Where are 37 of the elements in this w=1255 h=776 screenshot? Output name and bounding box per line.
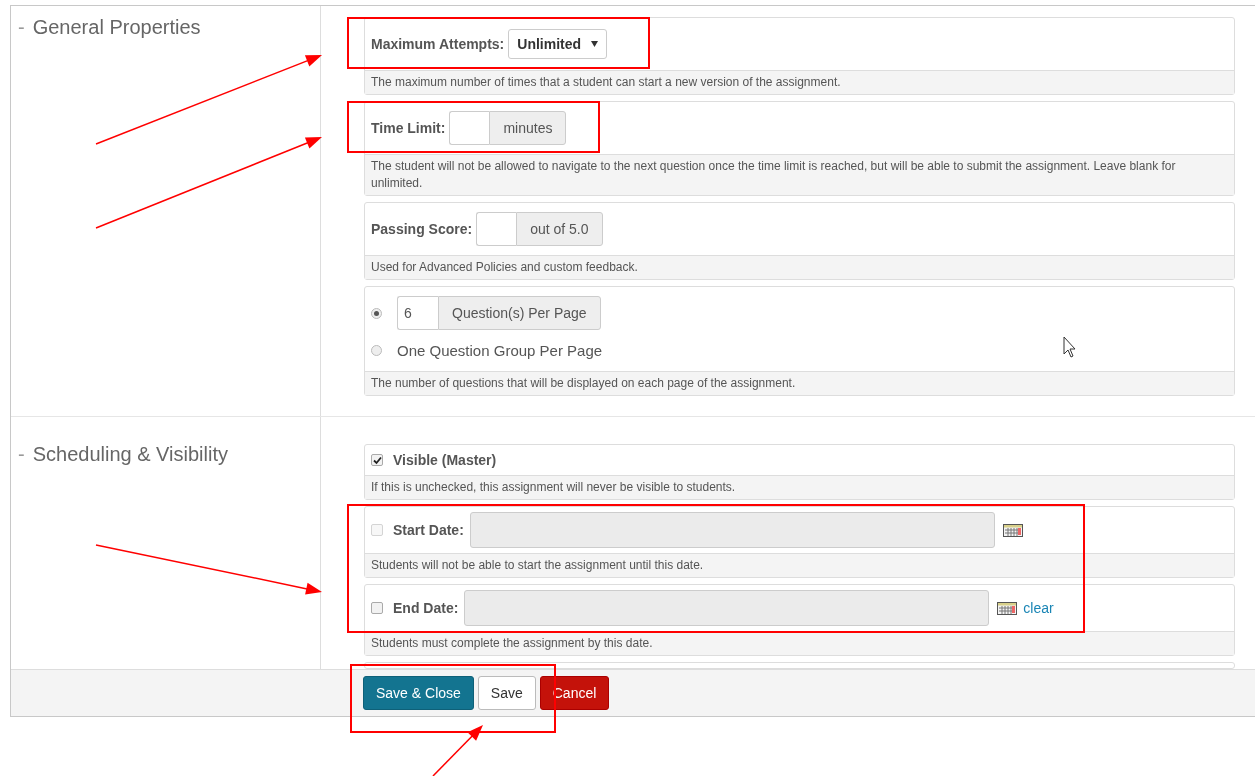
- help-text: Used for Advanced Policies and custom feedback.: [365, 255, 1234, 279]
- field-label: End Date:: [393, 600, 459, 616]
- radio-label: One Question Group Per Page: [397, 341, 603, 359]
- input-field[interactable]: [476, 212, 517, 246]
- help-text: If this is unchecked, this assignment will never be visible to students.: [365, 475, 1234, 499]
- save-button[interactable]: Save & Close: [363, 676, 474, 710]
- input-field[interactable]: 6: [397, 296, 438, 330]
- field-label: Maximum Attempts:: [371, 36, 505, 52]
- help-text: Students must complete the assignment by this date.: [365, 631, 1234, 655]
- date-field[interactable]: [469, 512, 995, 548]
- calendar-icon[interactable]: [1002, 523, 1023, 537]
- caret-icon: [591, 41, 599, 47]
- save-button[interactable]: Save: [477, 676, 536, 710]
- annotation-arrow: [432, 725, 483, 776]
- cursor-icon: [1063, 336, 1076, 358]
- attempts-select[interactable]: Unlimited: [508, 29, 608, 59]
- unit-addon: Question(s) Per Page: [438, 296, 601, 330]
- unit-addon: minutes: [489, 111, 567, 145]
- radio-button[interactable]: [371, 344, 382, 356]
- help-text: The number of questions that will be displayed on each page of the assignment.: [365, 371, 1234, 395]
- help-text: Students will not be able to start the assignment until this date.: [365, 553, 1234, 577]
- clear-link[interactable]: clear: [1023, 600, 1054, 616]
- calendar-icon[interactable]: [997, 601, 1018, 615]
- help-text: The student will not be allowed to navigate to the next question once the time limit is reached, but will be able to submit the assignment. Leave blank for unlimited.: [365, 154, 1234, 195]
- radio-button[interactable]: [371, 307, 382, 319]
- section-title: Scheduling & Visibility: [32, 443, 228, 466]
- date-field[interactable]: [464, 590, 990, 626]
- input-field[interactable]: [449, 111, 490, 145]
- field-label: Visible (Master): [393, 452, 497, 468]
- checkbox[interactable]: [371, 454, 383, 466]
- help-text: The maximum number of times that a student can start a new version of the assignment.: [365, 70, 1234, 94]
- field-label: Time Limit:: [371, 120, 446, 136]
- field-label: Passing Score:: [371, 221, 473, 237]
- field-label: Start Date:: [393, 522, 464, 538]
- unit-addon: out of 5.0: [516, 212, 603, 246]
- section-title: General Properties: [32, 16, 201, 39]
- checkbox[interactable]: [371, 602, 383, 614]
